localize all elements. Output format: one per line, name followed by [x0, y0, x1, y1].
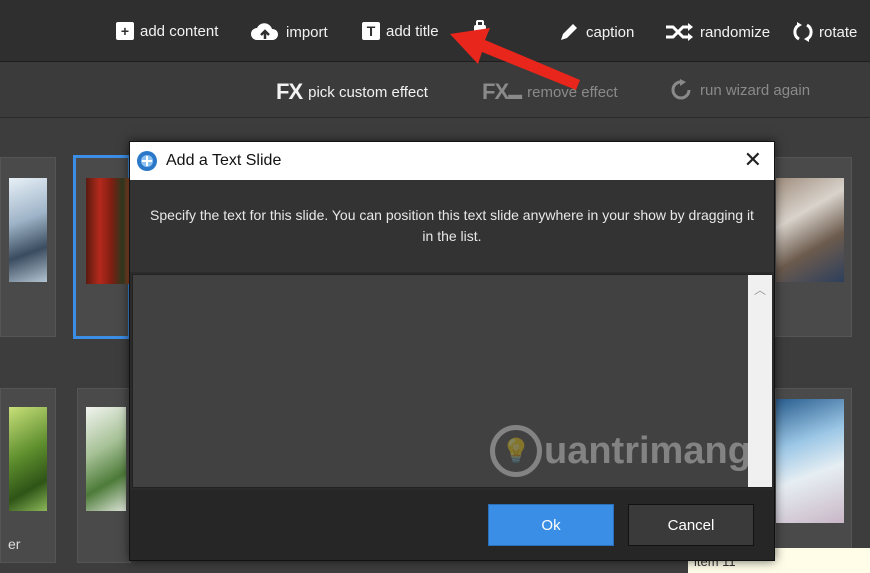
slide-thumbnail — [776, 178, 844, 282]
rotate-button[interactable]: rotate — [793, 22, 857, 42]
slide-thumbnail — [776, 399, 844, 523]
cancel-button[interactable]: Cancel — [628, 504, 754, 546]
lightbulb-icon: 💡 — [490, 425, 542, 477]
title-t-icon: T — [362, 22, 380, 40]
refresh-icon — [670, 79, 694, 101]
ok-button[interactable]: Ok — [488, 504, 614, 546]
add-content-label: add content — [140, 22, 219, 40]
slide-thumbnail — [9, 178, 47, 282]
scroll-up-icon[interactable]: ︿ — [748, 281, 772, 298]
watermark-logo: 💡 uantrimang — [490, 425, 751, 477]
add-content-button[interactable]: + add content — [116, 22, 218, 40]
slide-tile[interactable] — [77, 388, 131, 563]
dialog-message: Specify the text for this slide. You can… — [130, 180, 774, 272]
slide-tile[interactable] — [775, 388, 852, 563]
slide-thumbnail — [86, 407, 126, 511]
cloud-upload-icon — [250, 22, 280, 42]
rotate-label: rotate — [819, 23, 858, 41]
fx-icon: FX — [276, 79, 303, 104]
app-icon — [136, 150, 158, 172]
add-title-button[interactable]: T add title — [362, 22, 439, 40]
run-wizard-again-button[interactable]: run wizard again — [670, 79, 810, 101]
add-text-slide-dialog: Add a Text Slide ✕ Specify the text for … — [129, 141, 775, 561]
randomize-button[interactable]: randomize — [664, 22, 770, 42]
slide-tile[interactable] — [775, 157, 852, 337]
add-title-label: add title — [386, 22, 439, 40]
run-wizard-again-label: run wizard again — [700, 81, 811, 99]
dialog-footer: Ok Cancel — [130, 490, 774, 560]
text-scrollbar[interactable]: ︿ — [748, 275, 772, 487]
shuffle-icon — [664, 22, 694, 42]
randomize-label: randomize — [700, 23, 771, 41]
pick-custom-effect-label: pick custom effect — [308, 83, 428, 101]
pick-custom-effect-button[interactable]: FX pick custom effect — [276, 79, 428, 105]
main-toolbar: + add content import T add title caption… — [0, 0, 870, 62]
import-label: import — [286, 23, 328, 41]
red-arrow-annotation — [450, 28, 580, 90]
slide-caption-label: er — [8, 536, 21, 552]
effects-toolbar: FX pick custom effect FX▬ remove effect … — [0, 62, 870, 118]
slide-thumbnail — [9, 407, 47, 511]
slide-thumbnail — [86, 178, 132, 284]
import-button[interactable]: import — [250, 22, 328, 42]
close-icon[interactable]: ✕ — [744, 149, 762, 171]
rotate-icon — [793, 22, 813, 42]
dialog-titlebar: Add a Text Slide ✕ — [130, 142, 774, 180]
slide-tile[interactable] — [0, 157, 56, 337]
selected-slide-tile[interactable] — [73, 155, 132, 339]
dialog-title: Add a Text Slide — [166, 152, 282, 169]
plus-icon: + — [116, 22, 134, 40]
caption-label: caption — [586, 23, 635, 41]
watermark-text: uantrimang — [544, 429, 751, 472]
